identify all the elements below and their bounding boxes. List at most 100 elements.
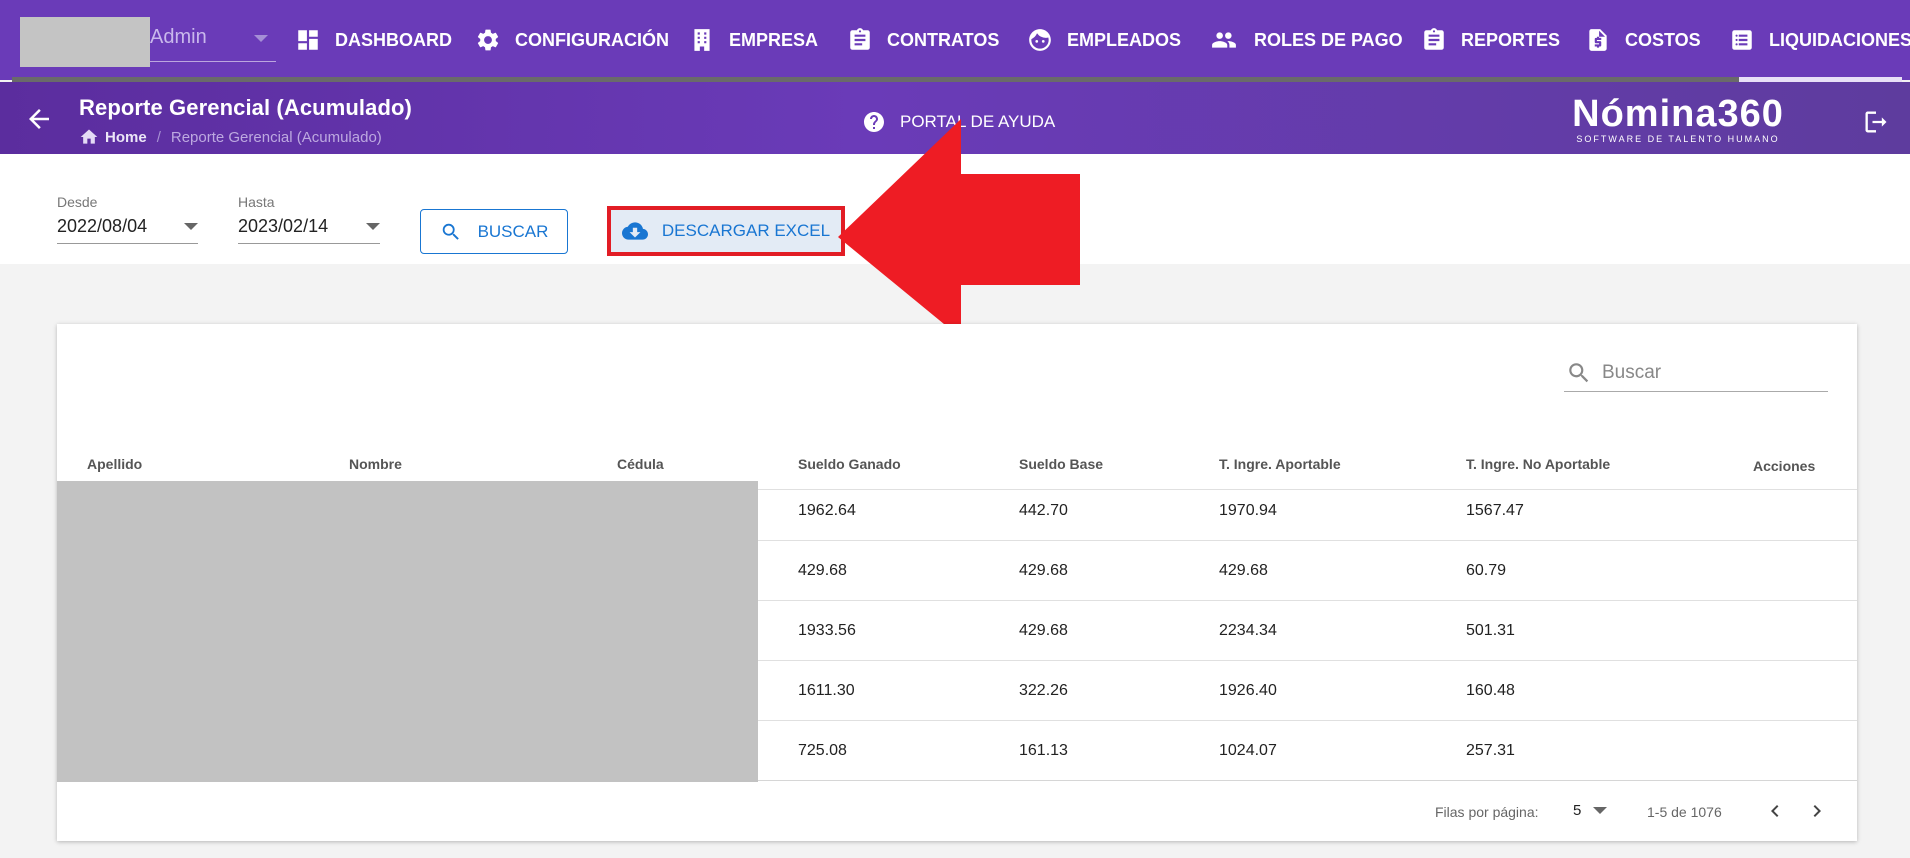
table-search[interactable] xyxy=(1564,354,1828,392)
table-pagination: Filas por página: 5 1-5 de 1076 xyxy=(57,782,1857,841)
search-icon xyxy=(442,223,459,240)
rows-per-page-value: 5 xyxy=(1573,802,1582,819)
breadcrumb-separator: / xyxy=(156,128,161,146)
hasta-label: Hasta xyxy=(238,194,275,210)
people-icon xyxy=(1212,32,1236,48)
nav-item-roles-de-pago[interactable]: ROLES DE PAGO xyxy=(1208,24,1403,56)
column-header-cedula[interactable]: Cédula xyxy=(617,456,664,472)
nav-item-reportes[interactable]: REPORTES xyxy=(1421,24,1560,56)
cell-sueldo-base: 322.26 xyxy=(1019,682,1068,699)
table-row[interactable]: 1611.30 322.26 1926.40 160.48 xyxy=(758,661,1857,721)
nav-item-label: LIQUIDACIONES xyxy=(1769,29,1910,50)
user-menu[interactable]: Admin xyxy=(20,17,276,67)
search-button-label: BUSCAR xyxy=(477,221,549,241)
desde-value: 2022/08/04 xyxy=(57,216,148,236)
avatar xyxy=(20,17,150,67)
rows-per-page-select[interactable]: 5 xyxy=(1573,802,1608,819)
column-header-aportable[interactable]: T. Ingre. Aportable xyxy=(1219,456,1341,472)
logout-icon xyxy=(1865,111,1887,133)
nav-item-label: REPORTES xyxy=(1461,29,1561,50)
breadcrumb-current: Reporte Gerencial (Acumulado) xyxy=(170,128,382,146)
hasta-select[interactable]: 2023/02/14 xyxy=(238,216,380,244)
back-button[interactable] xyxy=(24,104,54,134)
table-row[interactable]: 725.08 161.13 1024.07 257.31 xyxy=(758,721,1857,781)
nav-item-label: EMPLEADOS xyxy=(1067,29,1182,50)
chevron-left-icon xyxy=(1771,805,1779,817)
page-title: Reporte Gerencial (Acumulado) xyxy=(79,95,412,120)
logout-button[interactable] xyxy=(1862,108,1890,136)
dashboard-icon xyxy=(298,30,318,50)
nav-item-liquidaciones[interactable]: LIQUIDACIONES xyxy=(1729,24,1910,56)
next-page-button[interactable] xyxy=(1802,796,1832,826)
nav-item-empresa[interactable]: EMPRESA xyxy=(689,24,818,56)
prev-page-button[interactable] xyxy=(1760,796,1790,826)
cell-aportable: 2234.34 xyxy=(1219,622,1277,639)
cell-sueldo-base: 429.68 xyxy=(1019,562,1068,579)
column-header-apellido[interactable]: Apellido xyxy=(87,456,142,472)
logo-subtitle: SOFTWARE DE TALENTO HUMANO xyxy=(1576,134,1780,144)
cell-aportable: 1970.94 xyxy=(1219,502,1277,519)
nav-item-costos[interactable]: COSTOS xyxy=(1585,24,1701,56)
dollar-file-icon xyxy=(1589,29,1607,51)
home-icon xyxy=(80,129,98,144)
nav-item-configuracion[interactable]: CONFIGURACIÓN xyxy=(475,24,669,56)
desde-select[interactable]: 2022/08/04 xyxy=(57,216,198,244)
nav-item-empleados[interactable]: EMPLEADOS xyxy=(1027,24,1181,56)
cell-aportable: 1024.07 xyxy=(1219,742,1277,759)
nav-item-contratos[interactable]: CONTRATOS xyxy=(847,24,999,56)
table-row[interactable]: 429.68 429.68 429.68 60.79 xyxy=(758,541,1857,601)
list-icon xyxy=(1732,30,1752,50)
clipboard-icon xyxy=(1424,28,1444,50)
search-input[interactable] xyxy=(1602,361,1822,384)
rows-per-page-label: Filas por página: xyxy=(1435,804,1539,820)
pagination-range: 1-5 de 1076 xyxy=(1647,804,1722,820)
cell-aportable: 1926.40 xyxy=(1219,682,1277,699)
cell-no-aportable: 501.31 xyxy=(1466,622,1515,639)
nav-item-label: CONFIGURACIÓN xyxy=(515,29,669,50)
breadcrumb: Home / Reporte Gerencial (Acumulado) xyxy=(79,127,382,147)
hasta-date-field[interactable]: Hasta 2023/02/14 xyxy=(238,194,380,244)
arrow-left-icon xyxy=(29,109,49,129)
nav-item-label: EMPRESA xyxy=(729,29,819,50)
table-row[interactable]: 1962.64 442.70 1970.94 1567.47 xyxy=(758,481,1857,541)
cloud-download-icon xyxy=(621,222,648,240)
cell-sueldo-base: 161.13 xyxy=(1019,742,1068,759)
nav-item-label: DASHBOARD xyxy=(335,29,452,50)
cell-sueldo-ganado: 429.68 xyxy=(798,562,847,579)
cell-no-aportable: 160.48 xyxy=(1466,682,1515,699)
chevron-down-icon xyxy=(1593,807,1608,814)
nav-item-label: CONTRATOS xyxy=(887,29,1000,50)
chevron-down-icon[interactable] xyxy=(254,35,268,42)
search-button[interactable]: BUSCAR xyxy=(420,209,568,254)
breadcrumb-home-link[interactable]: Home xyxy=(105,129,147,146)
download-excel-label: DESCARGAR EXCEL xyxy=(661,221,831,240)
column-header-nombre[interactable]: Nombre xyxy=(349,456,402,472)
hasta-value: 2023/02/14 xyxy=(238,216,329,236)
cell-no-aportable: 1567.47 xyxy=(1466,502,1524,519)
nav-item-label: COSTOS xyxy=(1625,29,1701,50)
cell-sueldo-ganado: 1933.56 xyxy=(798,622,856,639)
cell-sueldo-ganado: 725.08 xyxy=(798,742,847,759)
column-header-sueldo-ganado[interactable]: Sueldo Ganado xyxy=(798,456,901,472)
cell-sueldo-ganado: 1611.30 xyxy=(798,682,855,699)
table-row[interactable]: 1933.56 429.68 2234.34 501.31 xyxy=(758,601,1857,661)
clipboard-icon xyxy=(850,28,870,50)
chevron-down-icon xyxy=(366,223,380,230)
column-header-no-aportable[interactable]: T. Ingre. No Aportable xyxy=(1466,456,1610,472)
top-navbar: Admin DASHBOARD CONFIGURACIÓN EMPRESA CO… xyxy=(0,0,1910,82)
column-header-sueldo-base[interactable]: Sueldo Base xyxy=(1019,456,1103,472)
desde-date-field[interactable]: Desde 2022/08/04 xyxy=(57,194,198,244)
cell-sueldo-base: 442.70 xyxy=(1019,502,1068,519)
chevron-right-icon xyxy=(1813,805,1821,817)
building-icon xyxy=(694,29,710,51)
cell-sueldo-ganado: 1962.64 xyxy=(798,502,856,519)
desde-label: Desde xyxy=(57,194,98,210)
annotation-arrow xyxy=(838,119,1080,338)
report-table-card: Apellido Nombre Cédula Sueldo Ganado Sue… xyxy=(57,324,1857,841)
gear-icon xyxy=(477,29,499,51)
redacted-area xyxy=(57,481,758,782)
cell-no-aportable: 60.79 xyxy=(1466,562,1507,579)
nav-item-dashboard[interactable]: DASHBOARD xyxy=(295,24,452,56)
user-name: Admin xyxy=(150,26,207,48)
download-excel-button[interactable]: DESCARGAR EXCEL xyxy=(611,210,841,252)
